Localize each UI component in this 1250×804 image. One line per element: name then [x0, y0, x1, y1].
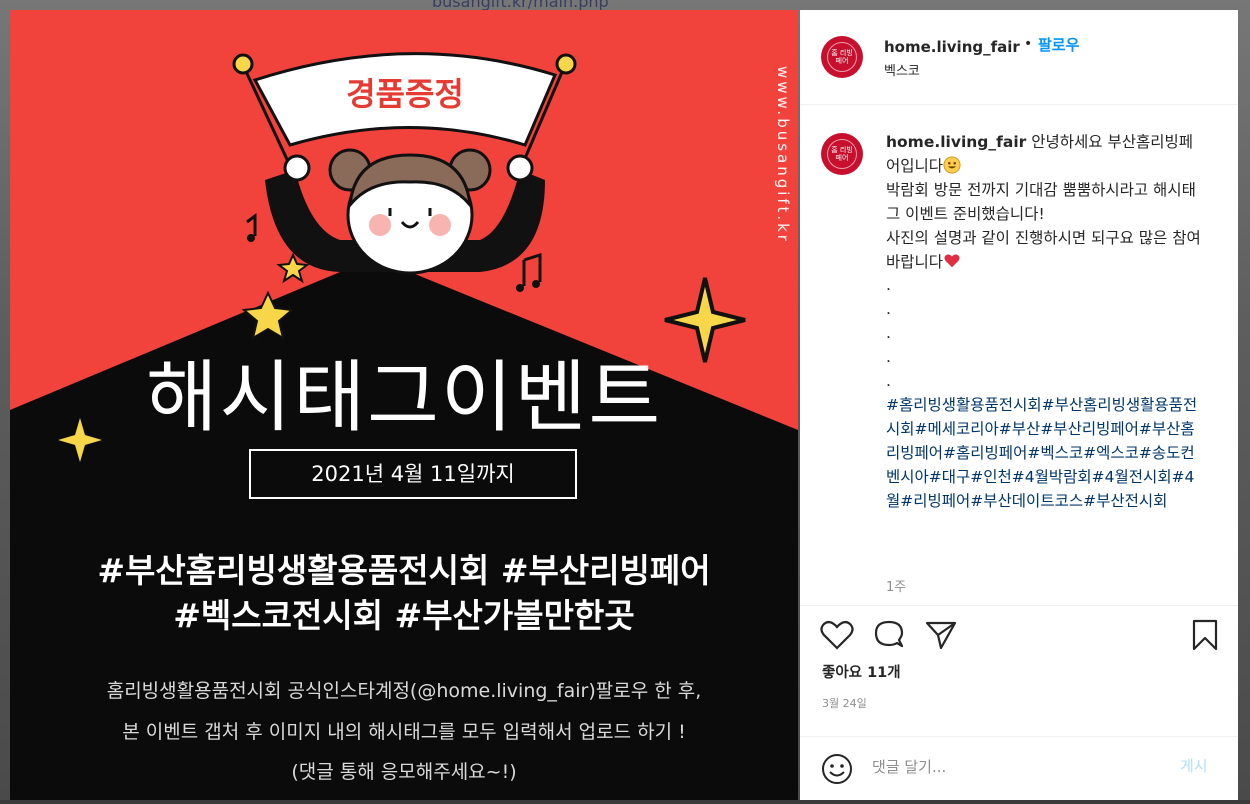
caption-dot-1: . [886, 276, 891, 295]
avatar[interactable]: 홈 리빙 페어 [821, 36, 863, 78]
mouth [400, 221, 420, 229]
caption-dot-3: . [886, 324, 891, 343]
hand-right [506, 154, 534, 182]
caption-dot-2: . [886, 300, 891, 319]
caption-username[interactable]: home.living_fair [886, 133, 1026, 151]
caption-dot-5: . [886, 372, 891, 391]
cheek-right [429, 214, 451, 236]
post-actions: 좋아요 11개 3월 24일 [800, 605, 1238, 736]
post-date[interactable]: 3월 24일 [822, 695, 867, 711]
follow-button[interactable]: 팔로우 [1038, 34, 1079, 55]
emoji-icon[interactable] [820, 752, 854, 786]
date-box: 2021년 4월 11일까지 [249, 449, 577, 499]
post-header: 홈 리빙 페어 home.living_fair • 팔로우 벡스코 [800, 10, 1238, 105]
side-url-text: www.busangift.kr [774, 66, 792, 244]
image-description-line-3: (댓글 통해 응모해주세요~!) [291, 761, 517, 783]
caption-line-3: 사진의 설명과 같이 진행하시면 되구요 많은 참여 바랍니다 [886, 228, 1206, 271]
heart-icon[interactable] [820, 620, 854, 650]
bookmark-icon[interactable] [1191, 618, 1219, 652]
comment-icon[interactable] [872, 618, 906, 652]
caption-avatar-logo-text: 홈 리빙 페어 [827, 139, 857, 169]
cheek-left [369, 214, 391, 236]
location-link[interactable]: 벡스코 [884, 60, 920, 79]
caption-dot-4: . [886, 348, 891, 367]
share-icon[interactable] [924, 619, 958, 651]
grin-emoji-icon [943, 156, 961, 174]
banner-text: 경품증정 [346, 75, 464, 113]
red-heart-icon [944, 254, 960, 267]
image-description-line-2: 본 이벤트 갭처 후 이미지 내의 해시태그를 모두 입력해서 업로드 하기 ! [122, 721, 686, 743]
post-comment-button[interactable]: 게시 [1180, 755, 1208, 776]
pole-ball-right [555, 53, 577, 75]
like-count[interactable]: 좋아요 11개 [822, 661, 901, 682]
caption-time-ago: 1주 [886, 580, 907, 595]
caption-section: 홈 리빙 페어 home.living_fair 안녕하세요 부산홈리빙페어입니… [800, 105, 1238, 600]
caption-hashtags[interactable]: #홈리빙생활용품전시회#부산홈리빙생활용품전시회#메세코리아#부산#부산리빙페어… [886, 396, 1197, 510]
post-image[interactable]: 경품증정 www.busangift.kr 해시태그이벤트 2021년 4월 1… [10, 10, 798, 800]
avatar-logo-text: 홈 리빙 페어 [827, 42, 857, 72]
caption-text: home.living_fair 안녕하세요 부산홈리빙페어입니다 박람회 방문… [886, 131, 1206, 514]
comment-input[interactable] [872, 755, 1162, 779]
caption-avatar[interactable]: 홈 리빙 페어 [821, 133, 863, 175]
separator-dot: • [1024, 36, 1033, 52]
music-note-left [246, 213, 257, 236]
bottom-backdrop-strip [0, 800, 1250, 804]
event-title: 해시태그이벤트 [145, 353, 663, 443]
caption-line-2: 박람회 방문 전까지 기대감 뿜뿜하시라고 해시태그 이벤트 준비했습니다! [886, 180, 1196, 223]
post-detail-panel: 홈 리빙 페어 home.living_fair • 팔로우 벡스코 홈 리빙 … [800, 10, 1238, 800]
image-hashtags-line-1: #부산홈리빙생활용품전시회 #부산리빙페어 [97, 551, 711, 590]
image-description-line-1: 홈리빙생활용품전시회 공식인스타계정(@home.living_fair)팔로우… [106, 680, 702, 702]
image-hashtags-line-2: #벡스코전시회 #부산가볼만한곳 [173, 596, 635, 635]
comment-bar: 게시 [800, 736, 1238, 801]
hand-left [283, 154, 311, 182]
username[interactable]: home.living_fair [884, 38, 1020, 56]
pole-ball-left [232, 53, 254, 75]
